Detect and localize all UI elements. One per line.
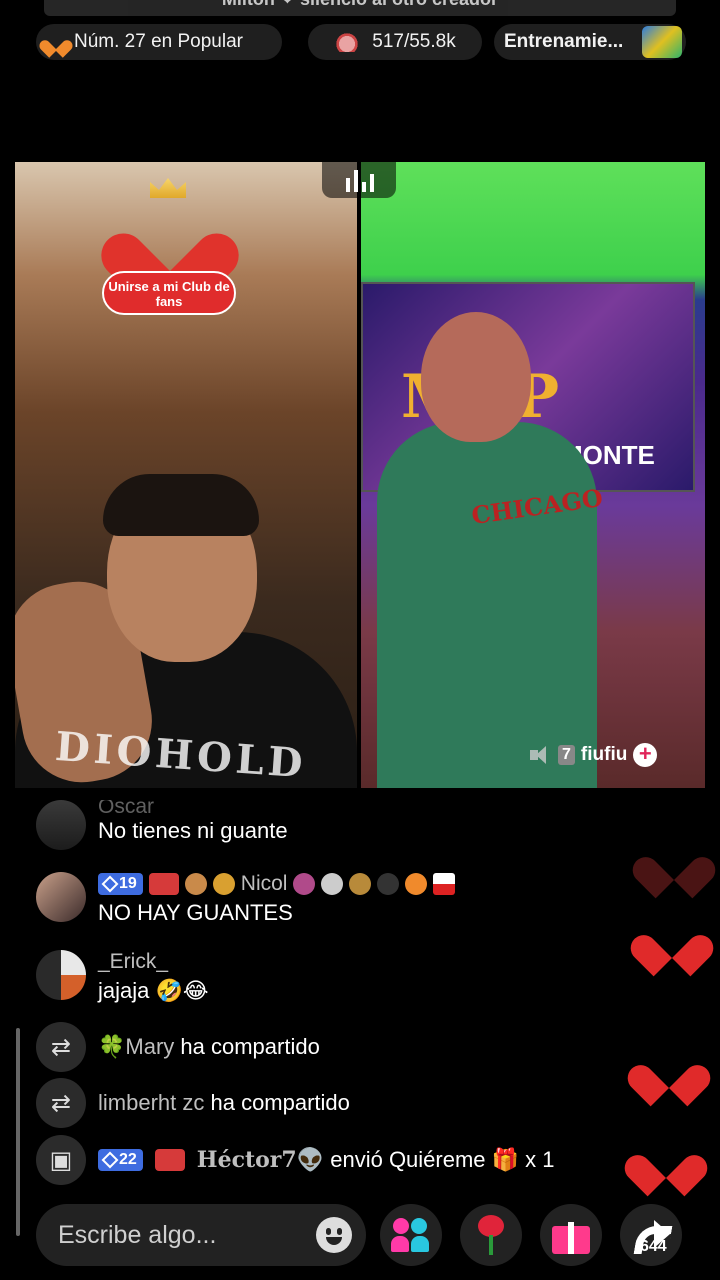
avatar[interactable] [36, 950, 86, 1000]
host-hair [103, 474, 259, 536]
multi-guest-button[interactable] [380, 1204, 442, 1266]
repost-icon: ⇄ [36, 1022, 86, 1072]
comment-item[interactable]: Oscar No tienes ni guante [36, 800, 288, 850]
mute-icon[interactable] [530, 746, 552, 764]
fan-badge-icon [154, 1149, 185, 1171]
comment-username: _Erick_ [98, 950, 169, 973]
share-action: ha compartido [210, 1090, 350, 1115]
audio-bars-icon [346, 170, 374, 192]
share-button[interactable] [620, 1204, 682, 1266]
event-badge-icon [642, 26, 682, 58]
follow-plus-icon[interactable]: + [633, 743, 658, 767]
heart-icon [46, 33, 66, 51]
rose-icon [474, 1215, 508, 1255]
comment-header: 19 Nicol [98, 872, 456, 896]
comment-input[interactable] [58, 1220, 298, 1250]
people-icon [391, 1218, 431, 1252]
avatar[interactable] [36, 800, 86, 850]
fan-club-label: Unirse a mi Club de fans [102, 271, 236, 315]
gift-box-icon: ▣ [36, 1135, 86, 1185]
comment-username: Nicol [240, 872, 288, 895]
orange-heart-icon [405, 873, 428, 895]
comment-text: No tienes ni guante [98, 818, 288, 843]
comment-item[interactable]: _Erick_ jajaja 🤣😂 [36, 950, 209, 1004]
share-notification: ⇄ 🍀Mary ha compartido [36, 1022, 320, 1072]
floating-heart-icon [650, 840, 698, 884]
level-badge: 22 [98, 1149, 143, 1171]
guest-body [377, 422, 597, 788]
diamond-icon [101, 1151, 119, 1169]
training-label: Entrenamie... [504, 31, 624, 52]
emoji-icon[interactable] [316, 1217, 352, 1253]
floating-heart-icon [642, 1138, 690, 1182]
share-notification: ⇄ limberht zc ha compartido [36, 1078, 350, 1128]
repost-icon: ⇄ [36, 1078, 86, 1128]
sharer-name: limberht zc [98, 1090, 205, 1115]
rank-label: Núm. 27 en Popular [74, 31, 243, 52]
diamond-icon [101, 875, 119, 893]
gifter-name: Héctor7👽 [196, 1147, 325, 1173]
fan-club-heart-icon [130, 205, 210, 279]
floating-heart-icon [645, 1048, 693, 1092]
level-badge: 19 [98, 873, 143, 895]
chef-emoji-icon [321, 873, 344, 895]
comment-text: NO HAY GUANTES [98, 900, 293, 925]
comment-scrollbar[interactable] [16, 1028, 20, 1236]
training-pill[interactable]: Entrenamie... [494, 24, 686, 60]
monkey-emoji-icon [184, 873, 207, 895]
black-heart-icon [377, 873, 400, 895]
gift-icon [334, 32, 361, 52]
fan-club-widget[interactable]: Unirse a mi Club de fans [100, 205, 238, 315]
sharer-name: 🍀Mary [98, 1034, 175, 1059]
banner-text: Milton ❤ silencio al otro creador [44, 0, 676, 12]
gift-action: envió Quiéreme 🎁 x 1 [330, 1147, 555, 1172]
comment-username: Oscar [98, 800, 155, 814]
gift-icon [552, 1216, 590, 1254]
comment-item[interactable]: 19 Nicol NO HAY GUANTES [36, 872, 456, 926]
level-number: 19 [119, 875, 137, 892]
gift-notification: ▣ 22 Héctor7👽 envió Quiéreme 🎁 x 1 [36, 1135, 555, 1185]
honey-emoji-icon [212, 873, 235, 895]
fan-badge-icon [148, 873, 179, 895]
guest-name: fiufiu [580, 744, 628, 765]
likes-progress-pill[interactable]: 517/55.8k [308, 24, 482, 60]
cat-emoji-icon [349, 873, 372, 895]
guest-number-badge: 7 [558, 745, 575, 765]
candy-emoji-icon [293, 873, 316, 895]
comment-text: jajaja 🤣😂 [98, 978, 209, 1003]
guest-tag[interactable]: 7 fiufiu + [530, 740, 680, 770]
popular-rank-pill[interactable]: Núm. 27 en Popular [36, 24, 282, 60]
share-count: 644 [640, 1238, 667, 1255]
gift-button[interactable] [540, 1204, 602, 1266]
share-action: ha compartido [180, 1034, 320, 1059]
chile-flag-icon [433, 873, 456, 895]
floating-heart-icon [648, 918, 696, 962]
rose-gift-button[interactable] [460, 1204, 522, 1266]
avatar[interactable] [36, 872, 86, 922]
likes-label: 517/55.8k [372, 31, 456, 52]
guest-video[interactable]: MVP MONTE CHICAGO [361, 162, 705, 788]
guest-face [421, 312, 531, 442]
level-number: 22 [119, 1151, 137, 1168]
comment-input-box[interactable] [36, 1204, 366, 1266]
top-notification-banner: Milton ❤ silencio al otro creador [44, 0, 676, 16]
